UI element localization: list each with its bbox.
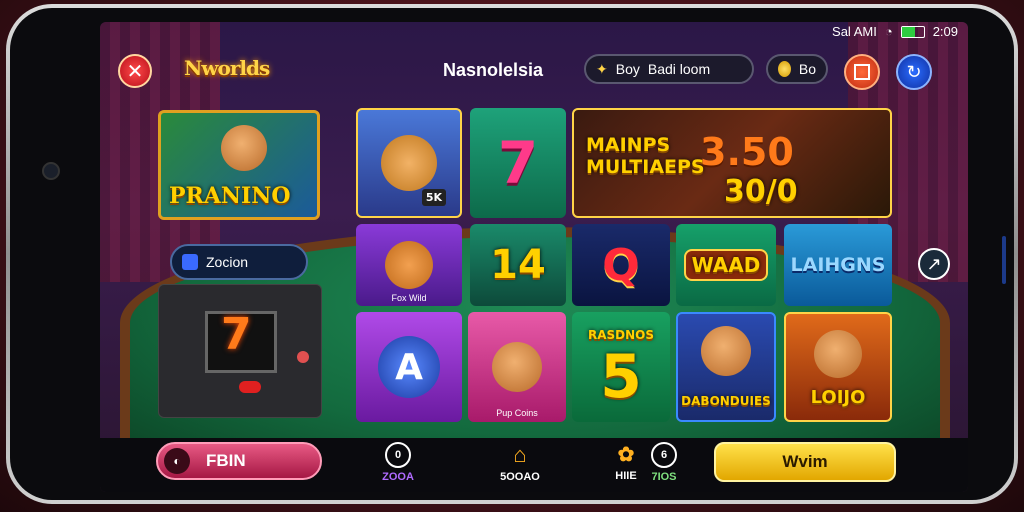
orb-icon: A bbox=[378, 336, 440, 398]
tile-label: WAAD bbox=[683, 249, 769, 281]
game-tile[interactable]: LOIJO bbox=[784, 312, 892, 422]
carrier-label: Sal AMI bbox=[832, 24, 877, 39]
gem-icon bbox=[182, 254, 198, 270]
game-tile[interactable]: DABONDUIES bbox=[676, 312, 776, 422]
front-camera bbox=[42, 162, 60, 180]
wolf-character-icon bbox=[701, 326, 751, 376]
bottom-bar: ◐ FBIN 0 ZOOA ⌂ 5OOAO ✿ HIIE 6 7IOS Wvim bbox=[100, 438, 968, 492]
nav-item-zooa[interactable]: 0 ZOOA bbox=[368, 438, 428, 486]
arrow-icon: ↗ bbox=[926, 253, 942, 274]
game-tile[interactable]: Fox Wild bbox=[356, 224, 462, 306]
slot-lever bbox=[297, 351, 309, 363]
game-tile[interactable]: LAIHGNS bbox=[784, 224, 892, 306]
phone-frame: Sal AMI ◔ 2:09 ✕ Nworlds Nasnolelsia ✦ B… bbox=[6, 4, 1018, 504]
jackpot-title: MAINPS MULTIAEPS bbox=[586, 134, 705, 178]
jackpot-sub: 30/0 bbox=[724, 174, 798, 209]
phone-bezel: Sal AMI ◔ 2:09 ✕ Nworlds Nasnolelsia ✦ B… bbox=[10, 8, 1014, 500]
spin-icon: ◐ bbox=[164, 448, 190, 474]
slot-symbol: 7 bbox=[221, 309, 252, 360]
balance-label: Zocion bbox=[206, 254, 249, 270]
promo-banner[interactable]: PRANINO bbox=[158, 110, 320, 220]
win-button[interactable]: Wvim bbox=[714, 442, 896, 482]
coin-balance[interactable]: Bo bbox=[766, 54, 828, 84]
nav-item-stats[interactable]: 6 7IOS bbox=[634, 438, 694, 486]
refresh-icon: ↻ bbox=[906, 61, 922, 82]
game-tile[interactable]: 7 bbox=[470, 108, 566, 218]
tile-label: Q bbox=[602, 239, 640, 291]
game-screen: Sal AMI ◔ 2:09 ✕ Nworlds Nasnolelsia ✦ B… bbox=[100, 22, 968, 492]
win-button-label: Wvim bbox=[782, 452, 828, 471]
nav-label: 5OOAO bbox=[500, 470, 540, 483]
pup-character-icon bbox=[492, 342, 542, 392]
gear-icon: ✿ bbox=[617, 444, 635, 466]
tile-label: DABONDUIES bbox=[681, 394, 771, 408]
search-prefix: Boy bbox=[615, 61, 640, 77]
tile-label: LAIHGNS bbox=[790, 254, 886, 276]
game-tile[interactable]: Q bbox=[572, 224, 670, 306]
nav-icon-circle: 6 bbox=[651, 441, 677, 468]
promo-banner-title: PRANINO bbox=[169, 183, 291, 209]
next-arrow-button[interactable]: ↗ bbox=[918, 248, 950, 280]
side-button bbox=[1002, 236, 1006, 284]
battery-icon bbox=[900, 25, 925, 38]
slot-machine[interactable]: 7 bbox=[158, 284, 322, 418]
game-tile[interactable]: RASDNOS 5 bbox=[572, 312, 670, 422]
square-icon bbox=[854, 64, 870, 80]
tile-label: LOIJO bbox=[810, 387, 866, 408]
search-pill[interactable]: ✦ Boy Badi loom bbox=[584, 54, 754, 84]
balance-pill[interactable]: Zocion bbox=[170, 244, 308, 280]
close-button[interactable]: ✕ bbox=[118, 54, 152, 88]
tile-label: RASDNOS bbox=[587, 328, 655, 342]
nav-label: ZOOA bbox=[382, 470, 414, 483]
refresh-button[interactable]: ↻ bbox=[896, 54, 932, 90]
page-title: Nasnolelsia bbox=[443, 60, 544, 80]
clock: 2:09 bbox=[932, 24, 958, 39]
game-tile[interactable]: 5K bbox=[356, 108, 462, 218]
slot-red-button bbox=[239, 381, 261, 393]
wifi-icon: ◔ bbox=[884, 24, 893, 39]
tile-label: 14 bbox=[490, 242, 546, 288]
app-logo: Nworlds bbox=[184, 56, 270, 80]
tile-badge: 5K bbox=[421, 189, 446, 206]
jackpot-value: 3.50 bbox=[700, 130, 794, 174]
coin-icon bbox=[778, 61, 791, 77]
stop-button[interactable] bbox=[844, 54, 880, 90]
lightning-icon: ✦ bbox=[596, 60, 608, 77]
spin-button-label: FBIN bbox=[206, 451, 246, 470]
tile-label: A bbox=[395, 346, 423, 388]
status-bar: Sal AMI ◔ 2:09 bbox=[832, 24, 958, 39]
top-bar: ✕ Nworlds Nasnolelsia ✦ Boy Badi loom Bo… bbox=[100, 52, 968, 92]
featured-jackpot-tile[interactable]: MAINPS MULTIAEPS 3.50 30/0 bbox=[572, 108, 892, 218]
game-tile[interactable]: 14 bbox=[470, 224, 566, 306]
game-tile[interactable]: WAAD bbox=[676, 224, 776, 306]
promo-character bbox=[221, 125, 267, 171]
game-tile[interactable]: Pup Coins bbox=[468, 312, 566, 422]
tile-label: 7 bbox=[497, 129, 539, 197]
tile-label: Pup Coins bbox=[496, 408, 538, 418]
nav-icon-circle: 0 bbox=[385, 441, 411, 468]
coin-label: Bo bbox=[798, 61, 816, 77]
tile-value: 5 bbox=[600, 342, 642, 412]
game-tile[interactable]: A bbox=[356, 312, 462, 422]
home-icon: ⌂ bbox=[513, 441, 527, 467]
tile-label: Fox Wild bbox=[391, 293, 427, 303]
spin-button[interactable]: ◐ FBIN bbox=[156, 442, 322, 480]
nav-label: 7IOS bbox=[651, 470, 677, 483]
nav-item-home[interactable]: ⌂ 5OOAO bbox=[490, 438, 550, 486]
dog-character-icon bbox=[381, 135, 437, 191]
cowboy-character-icon bbox=[814, 330, 862, 378]
search-text: Badi loom bbox=[647, 61, 711, 77]
fox-character-icon bbox=[385, 241, 433, 289]
